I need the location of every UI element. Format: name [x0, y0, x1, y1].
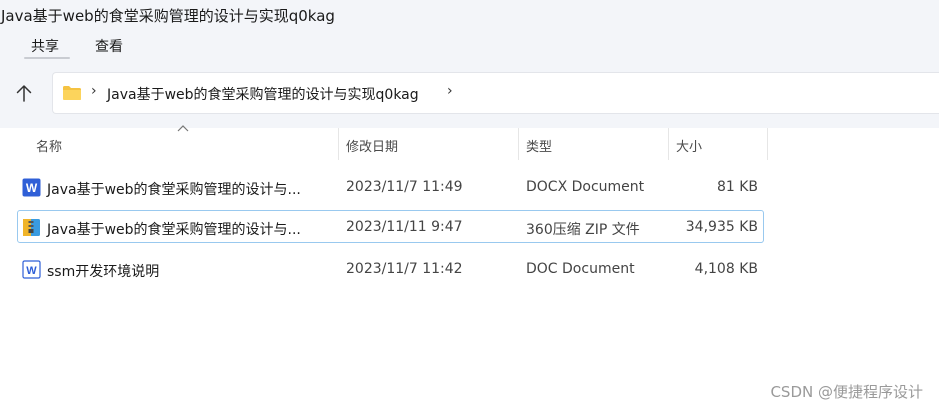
column-header-size[interactable]: 大小: [676, 136, 702, 155]
file-type: 360压缩 ZIP 文件: [526, 222, 640, 238]
column-divider[interactable]: [338, 128, 339, 160]
column-divider[interactable]: [767, 128, 768, 160]
file-size: 34,935 KB: [685, 219, 758, 235]
column-header-type[interactable]: 类型: [526, 136, 552, 155]
column-divider[interactable]: [668, 128, 669, 160]
file-name: Java基于web的食堂采购管理的设计与...: [47, 182, 301, 198]
zip-archive-icon: [22, 218, 41, 237]
file-explorer-window: Java基于web的食堂采购管理的设计与实现q0kag 共享 查看 › Java…: [0, 0, 939, 410]
explorer-header-area: Java基于web的食堂采购管理的设计与实现q0kag 共享 查看 › Java…: [0, 0, 939, 128]
address-bar[interactable]: › Java基于web的食堂采购管理的设计与实现q0kag ›: [52, 72, 939, 114]
file-date: 2023/11/7 11:49: [346, 179, 463, 195]
file-name: ssm开发环境说明: [47, 264, 160, 280]
svg-text:W: W: [26, 181, 38, 195]
file-type: DOC Document: [526, 261, 635, 277]
chevron-right-icon[interactable]: ›: [447, 83, 453, 99]
file-size: 4,108 KB: [694, 261, 758, 277]
svg-text:W: W: [26, 265, 37, 277]
chevron-right-icon[interactable]: ›: [91, 83, 97, 99]
file-date: 2023/11/11 9:47: [346, 219, 463, 235]
file-row[interactable]: Java基于web的食堂采购管理的设计与... 2023/11/11 9:47 …: [17, 210, 764, 243]
up-arrow-icon[interactable]: [13, 82, 35, 104]
window-title: Java基于web的食堂采购管理的设计与实现q0kag: [1, 7, 335, 25]
watermark-text: CSDN @便捷程序设计: [770, 383, 923, 401]
file-size: 81 KB: [716, 179, 758, 195]
menu-active-indicator: [24, 57, 70, 59]
folder-icon: [62, 85, 82, 101]
breadcrumb-current-folder[interactable]: Java基于web的食堂采购管理的设计与实现q0kag: [107, 84, 419, 104]
word-docx-icon: W: [22, 178, 41, 197]
column-header-name[interactable]: 名称: [36, 136, 62, 155]
file-row[interactable]: W Java基于web的食堂采购管理的设计与... 2023/11/7 11:4…: [17, 170, 764, 203]
menu-view[interactable]: 查看: [95, 36, 123, 56]
sort-ascending-icon: [177, 125, 189, 132]
file-type: DOCX Document: [526, 179, 645, 195]
column-divider[interactable]: [518, 128, 519, 160]
word-doc-icon: W: [22, 260, 41, 279]
menu-share[interactable]: 共享: [31, 36, 59, 56]
file-date: 2023/11/7 11:42: [346, 261, 463, 277]
file-name: Java基于web的食堂采购管理的设计与...: [47, 222, 301, 238]
column-header-date[interactable]: 修改日期: [346, 136, 398, 155]
file-row[interactable]: W ssm开发环境说明 2023/11/7 11:42 DOC Document…: [17, 252, 764, 285]
